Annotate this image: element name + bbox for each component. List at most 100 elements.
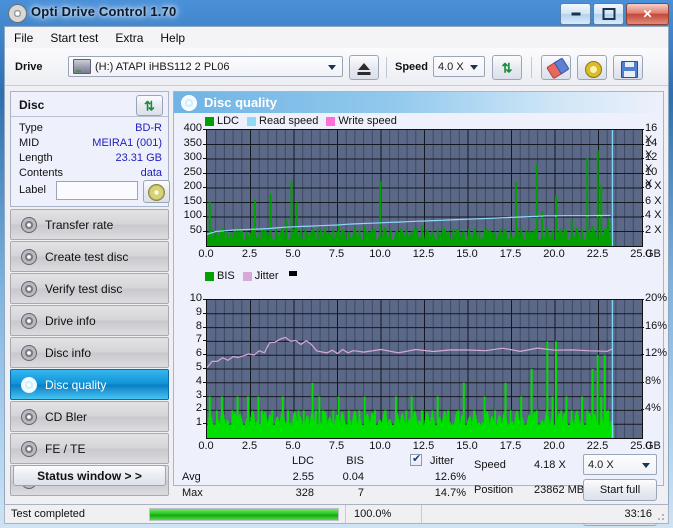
x-tick-label: 0.0 — [198, 248, 214, 260]
y-tick — [203, 381, 206, 383]
disc-icon — [21, 280, 37, 297]
y-tick — [203, 201, 206, 203]
y-tick-label: 150 — [183, 194, 202, 207]
x-tick-label: 15.0 — [456, 440, 478, 452]
y2-tick-label: 4 X — [645, 209, 662, 221]
results-avg-ldc: 2.55 — [292, 471, 314, 483]
x-tick-label: 5.0 — [285, 440, 301, 452]
toolbar: Drive (H:) ATAPI iHBS112 2 PL06 Speed 4.… — [5, 48, 668, 86]
refresh-button[interactable]: ⇅ — [492, 55, 522, 80]
start-full-button[interactable]: Start full — [583, 479, 657, 501]
eject-button[interactable] — [349, 55, 379, 80]
disc-row-type: Type BD-R — [19, 122, 162, 137]
sidebar-item-label: Disc quality — [45, 377, 107, 392]
speed-select[interactable]: 4.0 X — [433, 56, 485, 77]
resize-grip-icon[interactable] — [655, 511, 665, 521]
x-tick-label: 22.5 — [586, 440, 609, 452]
sidebar-item-fe-te[interactable]: FE / TE — [10, 433, 169, 464]
sidebar-item-label: Verify test disc — [45, 281, 123, 296]
chart-bis-jitter[interactable] — [206, 299, 643, 439]
label-input[interactable] — [56, 181, 138, 200]
y2-tick-label: 12% — [645, 347, 668, 360]
jitter-checkbox[interactable] — [410, 452, 422, 466]
y-tick — [203, 172, 206, 174]
sidebar-item-verify-test-disc[interactable]: Verify test disc — [10, 273, 169, 304]
menu-item-extra[interactable]: Extra — [115, 31, 143, 45]
settings-button[interactable] — [577, 55, 607, 80]
y2-tick — [641, 187, 644, 188]
refresh-icon: ⇅ — [501, 60, 513, 75]
status-window-button[interactable]: Status window > > — [13, 465, 166, 486]
menu-item-start-test[interactable]: Start test — [50, 31, 98, 45]
minimize-button[interactable] — [560, 3, 591, 25]
test-speed-select[interactable]: 4.0 X — [583, 454, 657, 475]
y-tick-label: 2 — [195, 402, 202, 415]
sidebar-item-disc-info[interactable]: Disc info — [10, 337, 169, 368]
progress-fill — [150, 508, 338, 520]
sidebar-item-disc-quality[interactable]: Disc quality — [10, 369, 169, 400]
sidebar-item-label: Disc info — [45, 345, 92, 360]
legend-label-ldc: LDC — [217, 115, 240, 127]
x-tick-label: 17.5 — [499, 440, 522, 452]
y-tick-label: 10 — [189, 292, 202, 304]
save-button[interactable] — [613, 55, 643, 80]
x-tick-label: 7.5 — [328, 248, 345, 260]
client-area: File Start test Extra Help Drive (H:) AT… — [4, 26, 669, 526]
disc-refresh-button[interactable]: ⇅ — [136, 95, 163, 116]
sidebar-item-label: Transfer rate — [45, 217, 114, 232]
y2-tick — [641, 158, 644, 159]
sidebar-item-cd-bler[interactable]: CD Bler — [10, 401, 169, 432]
results-max-bis: 7 — [357, 487, 364, 499]
test-speed-value: 4.0 X — [588, 458, 614, 471]
chart-ldc-readspeed[interactable] — [206, 129, 643, 247]
x-tick-label: 0.0 — [198, 440, 214, 452]
disc-label-row: Label — [19, 180, 170, 203]
menu-item-help[interactable]: Help — [160, 31, 185, 45]
results-avg-bis: 0.04 — [342, 471, 364, 483]
status-text: Test completed — [11, 508, 85, 520]
close-button[interactable]: ✕ — [626, 3, 669, 25]
chevron-down-icon — [328, 65, 336, 70]
y-tick — [203, 216, 206, 217]
legend-label-bis: BIS — [217, 270, 235, 282]
y-tick-label: 4 — [195, 374, 202, 387]
y-tick-label: 9 — [195, 305, 202, 318]
y-tick — [203, 326, 206, 328]
speed-select-value: 4.0 X — [438, 60, 464, 73]
label-field-label: Label — [19, 184, 46, 196]
y-tick — [203, 299, 206, 300]
x-tick-label: 12.5 — [412, 440, 435, 452]
drive-select[interactable]: (H:) ATAPI iHBS112 2 PL06 — [68, 56, 343, 77]
y-tick — [203, 395, 206, 397]
y2-tick — [641, 201, 644, 203]
sidebar-item-transfer-rate[interactable]: Transfer rate — [10, 209, 169, 240]
y-tick — [203, 354, 206, 356]
x-axis-unit: GB — [645, 440, 661, 452]
speed-result-label: Speed — [474, 459, 506, 471]
x-tick-label: 20.0 — [543, 248, 565, 260]
sidebar-item-create-test-disc[interactable]: Create test disc — [10, 241, 169, 272]
disc-row-label: MID — [19, 137, 40, 149]
disc-label-button[interactable] — [143, 180, 170, 203]
y2-tick-label: 16 X — [645, 122, 658, 146]
menu-item-file[interactable]: File — [14, 31, 33, 45]
disc-quality-icon — [181, 95, 197, 111]
y2-tick-label: 16% — [645, 319, 668, 332]
y2-tick — [641, 299, 644, 300]
menu-bar: File Start test Extra Help — [5, 27, 668, 48]
sidebar-item-drive-info[interactable]: Drive info — [10, 305, 169, 336]
erase-button[interactable] — [541, 55, 571, 80]
results-header-ldc: LDC — [291, 455, 314, 467]
y-tick — [203, 409, 206, 411]
y-tick-label: 100 — [183, 209, 202, 221]
disc-icon — [21, 216, 37, 233]
maximize-button[interactable] — [593, 3, 624, 25]
app-window: Opti Drive Control 1.70 ✕ File Start tes… — [0, 0, 673, 528]
position-label: Position — [474, 484, 514, 496]
left-panel: Disc ⇅ Type BD-R MID MEIRA1 (001) Length… — [10, 91, 170, 496]
y2-tick — [641, 381, 644, 383]
refresh-icon: ⇅ — [144, 98, 155, 113]
y-tick-label: 350 — [183, 136, 202, 149]
drive-select-value: (H:) ATAPI iHBS112 2 PL06 — [95, 60, 230, 73]
disc-row-mid: MID MEIRA1 (001) — [19, 137, 162, 152]
